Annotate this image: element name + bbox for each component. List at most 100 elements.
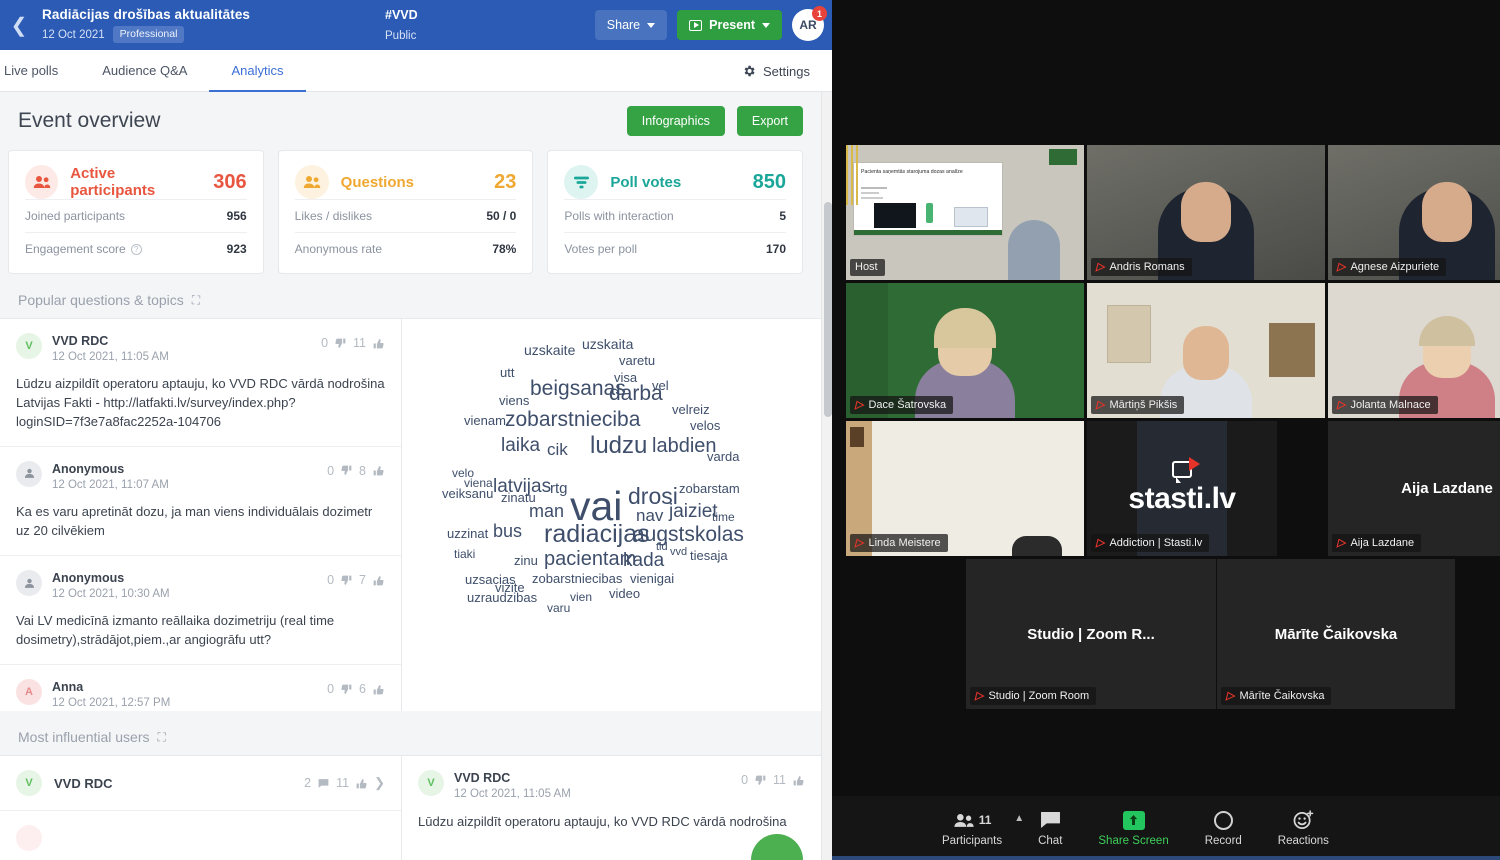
participant-nametag: ▷ Studio | Zoom Room (970, 687, 1097, 705)
word-cloud-term[interactable]: time (712, 511, 735, 523)
word-cloud-term[interactable]: vel (652, 379, 669, 392)
question-item[interactable]: Anonymous 12 Oct 2021, 11:07 AM 0 8 Ka e… (0, 445, 401, 541)
question-item[interactable]: Anonymous 12 Oct 2021, 10:30 AM 0 7 Vai … (0, 555, 401, 650)
thumbs-down-icon[interactable] (340, 683, 353, 696)
muted-mic-icon: ▷ (855, 399, 864, 411)
word-cloud-term[interactable]: vienam (464, 414, 506, 427)
person-icon (24, 469, 34, 479)
thumbs-down-icon[interactable] (340, 574, 353, 587)
chevron-up-icon[interactable]: ▲ (1014, 813, 1024, 824)
word-cloud-term[interactable]: velos (690, 419, 720, 432)
word-cloud-term[interactable]: velreiz (672, 403, 710, 416)
stat-card-value: 23 (494, 170, 517, 193)
video-tile[interactable]: ▷ Linda Meistere (846, 421, 1084, 556)
reactions-button[interactable]: Reactions (1278, 809, 1329, 847)
share-screen-button[interactable]: Share Screen (1098, 809, 1169, 847)
word-cloud-term[interactable]: uzzinat (447, 527, 488, 540)
video-tile[interactable]: stasti.lv ▷ Addiction | Stasti.lv (1087, 421, 1277, 556)
word-cloud-term[interactable]: video (609, 587, 640, 600)
word-cloud-term[interactable]: nav (636, 507, 663, 524)
export-button[interactable]: Export (736, 106, 803, 136)
tab-audience-qa[interactable]: Audience Q&A (80, 50, 209, 92)
avatar[interactable]: AR 1 (792, 6, 827, 41)
video-tile[interactable]: ▷ Jolanta Malnace (1328, 283, 1500, 418)
back-button[interactable]: ❮ (2, 0, 36, 50)
video-tile[interactable]: ▷ Mārtiņš Pikšis (1087, 283, 1325, 418)
share-button[interactable]: Share (594, 10, 668, 40)
thumbs-down-icon[interactable] (334, 337, 347, 350)
word-cloud-term[interactable]: tiaki (454, 548, 475, 560)
word-cloud-term[interactable]: uzskaita (582, 337, 633, 351)
help-icon[interactable]: ? (130, 243, 142, 255)
word-cloud-term[interactable]: laika (501, 436, 540, 455)
list-item[interactable] (0, 811, 401, 860)
comment-icon (318, 779, 329, 788)
vertical-scrollbar[interactable] (821, 92, 832, 860)
person-silhouette (1008, 220, 1060, 280)
word-cloud-term[interactable]: rtg (550, 481, 568, 496)
present-button[interactable]: Present (677, 10, 782, 40)
word-cloud-term[interactable]: varu (547, 602, 570, 614)
list-item[interactable]: V VVD RDC 2 11 ❯ (0, 756, 401, 812)
thumbs-up-icon[interactable] (372, 574, 385, 587)
stat-row: Votes per poll 170 (564, 232, 787, 265)
participant-name: Studio | Zoom Room (988, 689, 1090, 702)
video-tile[interactable]: Mārīte Čaikovska ▷ Mārīte Čaikovska (1217, 559, 1455, 709)
thumbs-down-icon[interactable] (754, 774, 767, 787)
word-cloud-term[interactable]: visa (614, 371, 637, 384)
stat-row: Joined participants 956 (25, 199, 247, 232)
thumbs-up-icon[interactable] (792, 774, 805, 787)
word-cloud-term[interactable]: varda (707, 450, 740, 463)
word-cloud-term[interactable]: zinu (514, 554, 538, 567)
external-link-icon[interactable]: ⛶ (192, 293, 200, 308)
word-cloud-term[interactable]: varetu (619, 354, 655, 367)
thumbs-up-icon[interactable] (372, 683, 385, 696)
participants-button[interactable]: 11 ▲ Participants (942, 809, 1024, 847)
infographics-button[interactable]: Infographics (626, 106, 725, 136)
word-cloud-term[interactable]: tld (656, 542, 668, 553)
thumbs-up-icon[interactable] (372, 337, 385, 350)
video-tile[interactable]: ▷ Dace Šatrovska (846, 283, 1084, 418)
word-cloud-term[interactable]: ludzu (590, 434, 647, 458)
settings-button[interactable]: Settings (742, 50, 810, 92)
chat-button[interactable]: Chat (1038, 809, 1062, 847)
word-cloud-term[interactable]: uzskaite (524, 343, 575, 357)
people-icon (25, 165, 59, 199)
word-cloud-term[interactable]: vienigai (630, 572, 674, 585)
question-item[interactable]: V VVD RDC 12 Oct 2021, 11:05 AM 0 11 Lūd… (0, 319, 401, 432)
word-cloud-term[interactable]: zobarstnieciba (505, 409, 640, 430)
thumbs-up-icon[interactable] (372, 464, 385, 477)
word-cloud-term[interactable]: vizite (495, 581, 525, 594)
word-cloud-term[interactable]: jaiziet (669, 502, 718, 521)
word-cloud-term[interactable]: cik (547, 441, 568, 458)
word-cloud-term[interactable]: viena (464, 477, 493, 489)
tab-analytics[interactable]: Analytics (209, 50, 306, 92)
video-tile[interactable]: ▷ Andris Romans (1087, 145, 1325, 280)
word-cloud-term[interactable]: viens (499, 394, 529, 407)
word-cloud-term[interactable]: vvd (670, 547, 687, 558)
word-cloud-term[interactable]: kada (623, 551, 664, 570)
word-cloud-term[interactable]: bus (493, 522, 522, 540)
word-cloud-term[interactable]: zobarstam (679, 482, 740, 495)
stat-row-label: Votes per poll (564, 242, 638, 256)
video-tile[interactable]: Pacienta saņemtās starojuma dozas analīz… (846, 145, 1084, 280)
record-button[interactable]: Record (1205, 809, 1242, 847)
word-cloud-term[interactable]: vien (570, 591, 592, 603)
word-cloud-term[interactable]: zinatu (501, 491, 536, 504)
question-item[interactable]: A Anna 12 Oct 2021, 12:57 PM 0 6 (0, 664, 401, 711)
thumbs-down-icon[interactable] (340, 464, 353, 477)
tab-live-polls[interactable]: Live polls (0, 50, 80, 92)
video-tile[interactable]: Studio | Zoom R... ▷ Studio | Zoom Room (966, 559, 1216, 709)
word-cloud-term[interactable]: augstskolas (633, 524, 744, 545)
like-count: 11 (353, 336, 366, 350)
video-tile[interactable]: ▷ Agnese Aizpuriete (1328, 145, 1500, 280)
word-cloud-term[interactable]: utt (500, 366, 514, 379)
video-tile[interactable]: Aija Lazdane ▷ Aija Lazdane (1328, 421, 1500, 556)
compose-fab-button[interactable] (751, 834, 803, 860)
chevron-right-icon[interactable]: ❯ (374, 775, 385, 791)
word-cloud-term[interactable]: zobarstniecibas (532, 572, 622, 585)
external-link-icon[interactable]: ⛶ (158, 730, 166, 745)
zoom-toolbar: 11 ▲ Participants Chat Share Screen Reco… (832, 796, 1500, 860)
word-cloud-term[interactable]: tiesaja (690, 549, 728, 562)
scrollbar-thumb[interactable] (824, 202, 832, 417)
